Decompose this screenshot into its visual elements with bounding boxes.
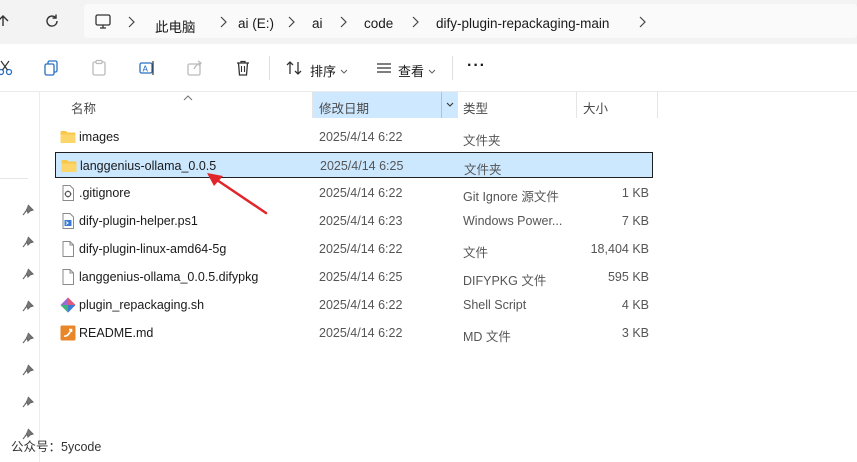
annotation-arrow xyxy=(207,173,268,215)
watermark-text: 公众号：5ycode xyxy=(11,440,102,454)
